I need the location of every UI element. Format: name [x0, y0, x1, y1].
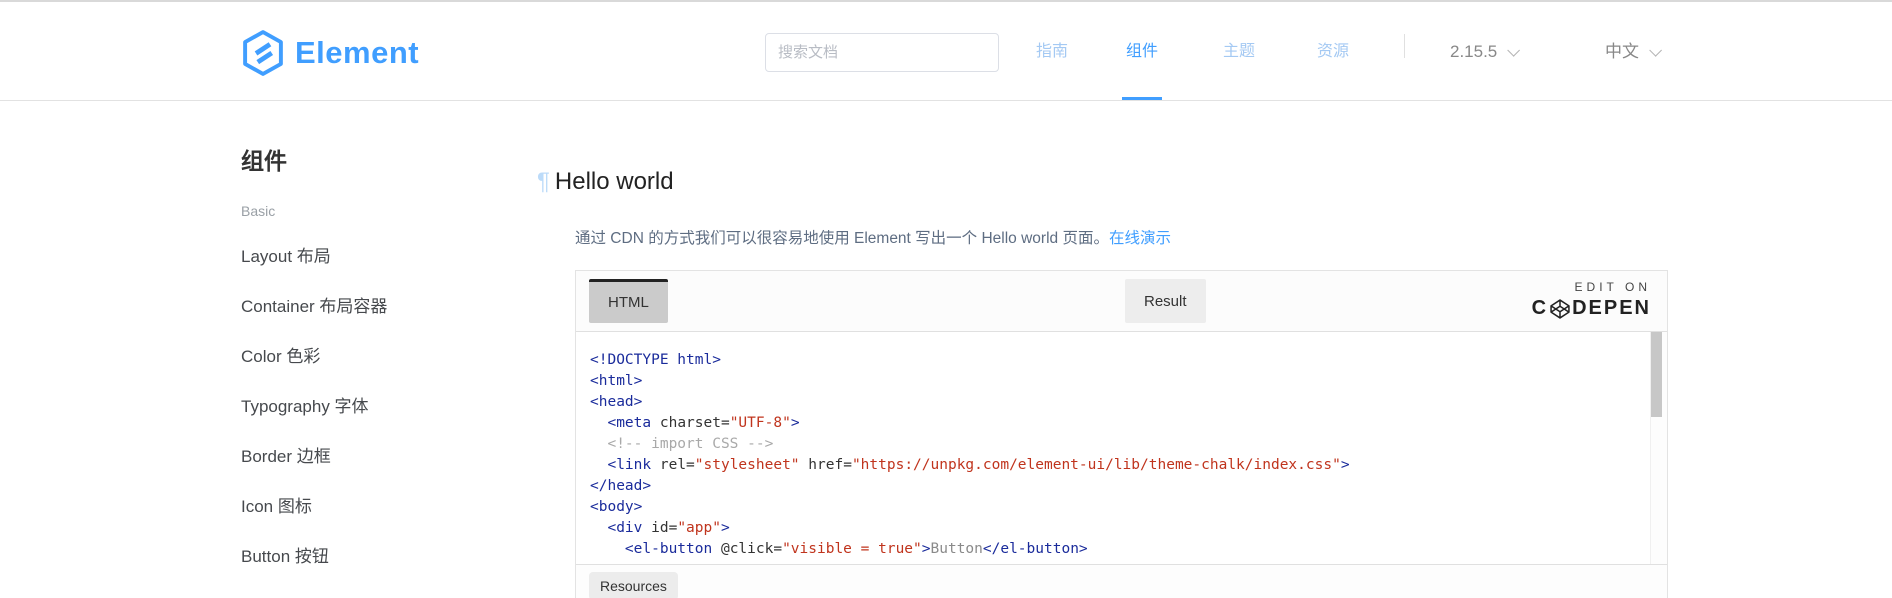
active-nav-underline: [1122, 97, 1162, 100]
version-dropdown[interactable]: 2.15.5: [1450, 32, 1516, 72]
codepen-embed: HTML Result EDIT ON C DEPEN <!DOCTYPE htm…: [575, 270, 1668, 598]
scrollbar-thumb[interactable]: [1651, 332, 1662, 417]
codepen-brand-c: C: [1532, 297, 1548, 320]
nav-divider: [1404, 34, 1405, 58]
code-editor[interactable]: <!DOCTYPE html><html><head> <meta charse…: [576, 332, 1667, 564]
chevron-down-icon: [1649, 44, 1662, 57]
code-content: <!DOCTYPE html><html><head> <meta charse…: [576, 332, 1667, 560]
online-demo-link[interactable]: 在线演示: [1109, 230, 1171, 247]
sidebar-title: 组件: [241, 142, 287, 176]
nav-link-1[interactable]: 组件: [1122, 32, 1162, 72]
sidebar-item[interactable]: Layout 布局: [241, 232, 501, 282]
nav-link-3[interactable]: 资源: [1313, 32, 1353, 72]
codepen-brand-depen: DEPEN: [1572, 297, 1651, 320]
sidebar-item[interactable]: Border 边框: [241, 432, 501, 482]
sidebar-menu: Layout 布局Container 布局容器Color 色彩Typograph…: [241, 232, 501, 582]
edit-on-label: EDIT ON: [1532, 280, 1651, 294]
version-label: 2.15.5: [1450, 32, 1497, 72]
element-hexagon-icon: [241, 29, 285, 77]
sidebar-item[interactable]: Typography 字体: [241, 382, 501, 432]
edit-on-codepen-link[interactable]: EDIT ON C DEPEN: [1532, 280, 1651, 320]
sidebar-item[interactable]: Color 色彩: [241, 332, 501, 382]
codepen-brand: C DEPEN: [1532, 297, 1651, 320]
codepen-footer: Resources: [576, 564, 1667, 598]
intro-text: 通过 CDN 的方式我们可以很容易地使用 Element 写出一个 Hello …: [575, 230, 1109, 247]
codepen-tabbar: HTML Result EDIT ON C DEPEN: [576, 271, 1667, 332]
anchor-pilcrow-icon[interactable]: ¶: [537, 168, 550, 196]
chevron-down-icon: [1508, 44, 1521, 57]
language-dropdown[interactable]: 中文: [1605, 32, 1658, 72]
codepen-logo-icon: [1549, 298, 1571, 320]
header: Element 指南 组件 主题 资源 2.15.5 中文: [0, 2, 1892, 101]
nav-link-2[interactable]: 主题: [1219, 32, 1259, 72]
intro-paragraph: 通过 CDN 的方式我们可以很容易地使用 Element 写出一个 Hello …: [575, 226, 1171, 248]
element-logo[interactable]: Element: [241, 29, 419, 77]
codepen-tab-html[interactable]: HTML: [589, 279, 668, 323]
sidebar-item[interactable]: Container 布局容器: [241, 282, 501, 332]
page-root: Element 指南组件主题资源 2.15.5 中文 组件 Basic Layo…: [0, 0, 1892, 598]
resources-tab[interactable]: Resources: [589, 572, 678, 598]
page-title-text: Hello world: [555, 168, 674, 196]
nav-link-0[interactable]: 指南: [1032, 32, 1072, 72]
code-scrollbar[interactable]: [1650, 332, 1667, 564]
sidebar-item[interactable]: Button 按钮: [241, 532, 501, 582]
logo-text: Element: [295, 35, 419, 71]
search-input[interactable]: [765, 33, 999, 72]
sidebar-group-label: Basic: [241, 203, 275, 219]
sidebar-item[interactable]: Icon 图标: [241, 482, 501, 532]
codepen-tab-result[interactable]: Result: [1125, 279, 1206, 323]
language-label: 中文: [1605, 32, 1639, 72]
page-title: ¶ Hello world: [537, 168, 674, 196]
